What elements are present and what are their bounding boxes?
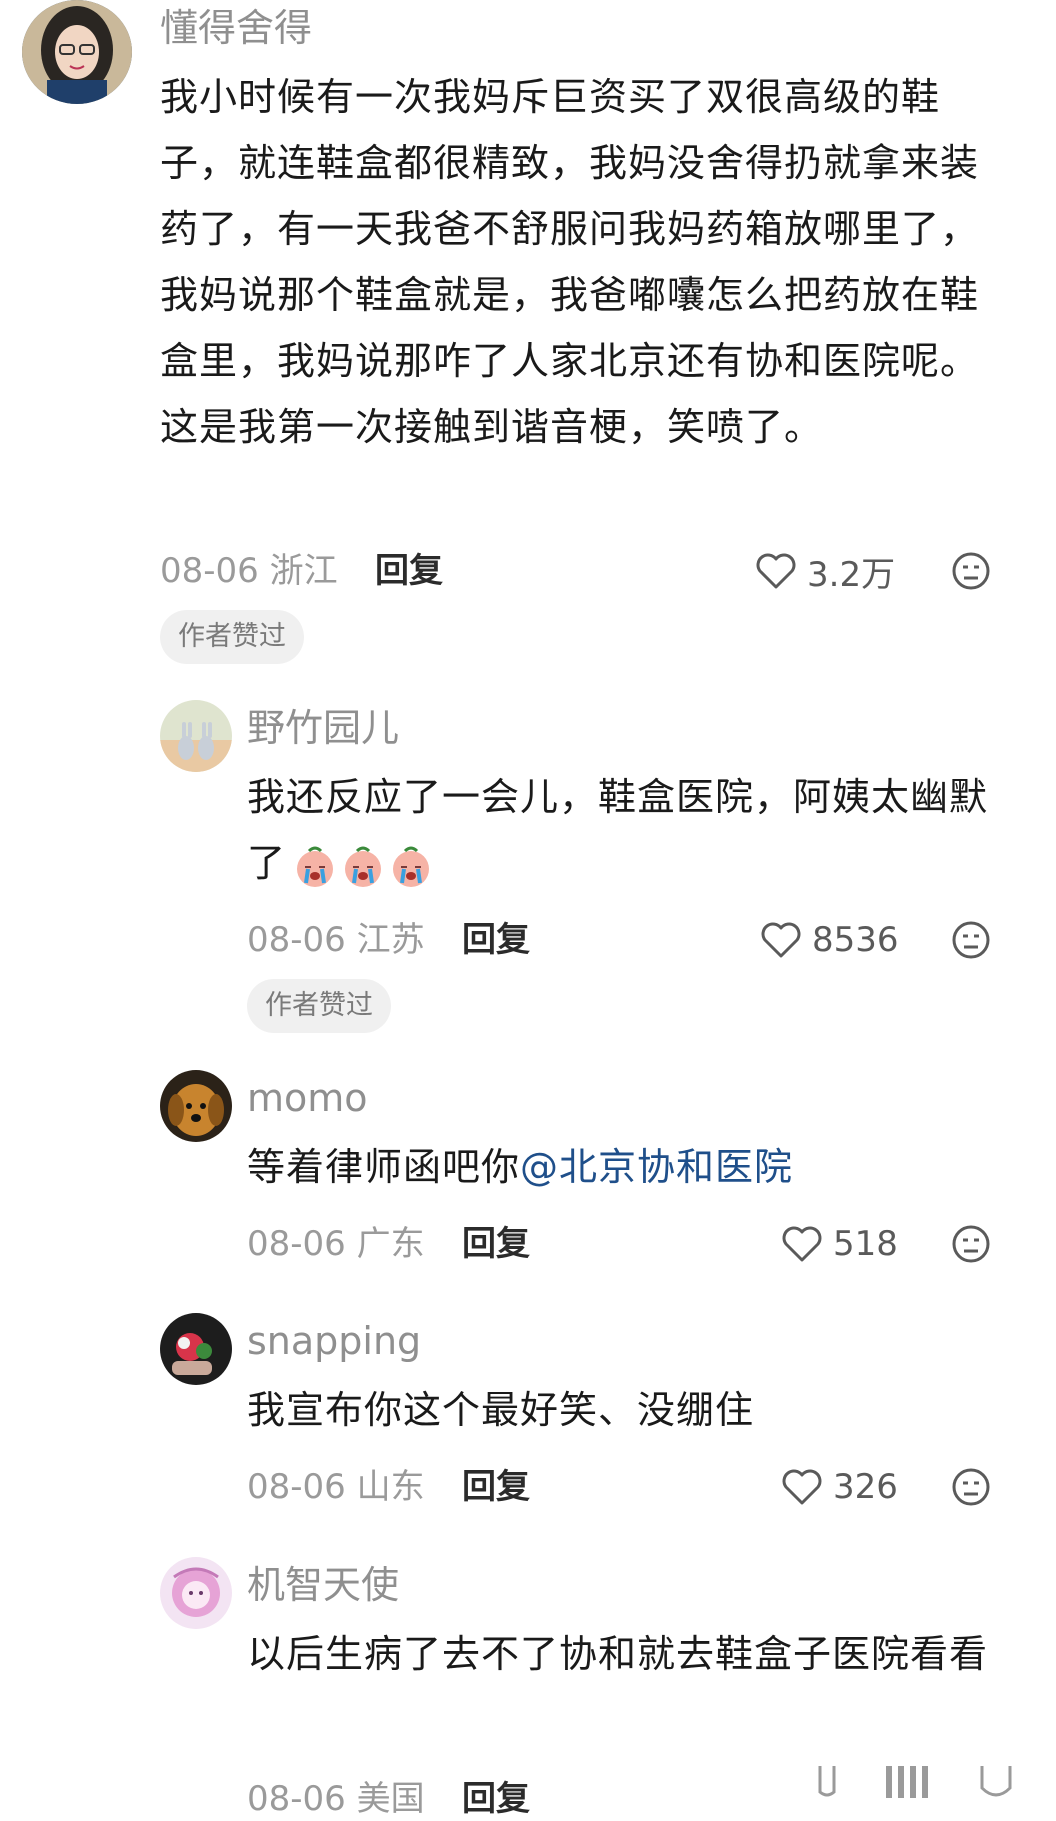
comment-date: 08-06 [247,920,346,960]
avatar[interactable] [160,1070,232,1142]
comment-date: 08-06 [160,551,259,591]
crying-face-emoji [345,846,382,887]
comment-date: 08-06 [247,1224,346,1264]
comment-location: 浙江 [269,551,338,591]
nav-bars-icon[interactable] [882,1766,936,1800]
comment-text: 等着律师函吧你 [247,1145,521,1189]
reply-button[interactable]: 回复 [375,549,443,593]
neutral-face-icon[interactable] [951,1224,991,1264]
like-button[interactable]: 326 [781,1465,898,1509]
like-count: 3.2万 [807,554,896,595]
comment-date: 08-06 [247,1467,346,1507]
comment-date-location: 08-06 山东 [247,1465,425,1509]
reply-button[interactable]: 回复 [462,1222,530,1266]
nav-line-icon[interactable] [812,1766,842,1800]
heart-outline-icon [756,553,796,589]
comment-date-location: 08-06 广东 [247,1222,425,1266]
comment-text: 我宣布你这个最好笑、没绷住 [247,1388,755,1432]
username[interactable]: snapping [247,1317,421,1365]
reply-button[interactable]: 回复 [462,1465,530,1509]
author-liked-badge: 作者赞过 [247,979,391,1033]
reply-button[interactable]: 回复 [462,1777,530,1821]
bottom-nav-partial [812,1766,1016,1800]
avatar[interactable] [22,0,132,104]
comment-location: 山东 [356,1467,425,1507]
username[interactable]: 机智天使 [247,1561,399,1609]
like-count: 518 [833,1224,898,1264]
username[interactable]: 野竹园儿 [247,704,399,752]
comment-date-location: 08-06 美国 [247,1777,425,1821]
comment-text-wrap: 等着律师函吧你@北京协和医院 [247,1134,1017,1200]
like-count: 326 [833,1467,898,1507]
crying-face-emoji [393,846,430,887]
heart-outline-icon [761,922,801,958]
comment-location: 江苏 [356,920,425,960]
avatar[interactable] [160,1557,232,1629]
like-count: 8536 [812,920,899,960]
heart-outline-icon [782,1226,822,1262]
comment-text-wrap: 我还反应了一会儿，鞋盒医院，阿姨太幽默了 [247,764,1017,896]
comment-date-location: 08-06 浙江 [160,549,338,593]
comment-text: 我小时候有一次我妈斥巨资买了双很高级的鞋子，就连鞋盒都很精致，我妈没舍得扔就拿来… [160,75,980,449]
nav-cup-icon[interactable] [976,1766,1016,1800]
like-button[interactable]: 8536 [760,918,899,962]
avatar[interactable] [160,1313,232,1385]
like-button[interactable]: 3.2万 [755,549,896,595]
comment-date: 08-06 [247,1779,346,1819]
comment-location: 广东 [356,1224,425,1264]
emoji-row [292,843,434,889]
crying-face-emoji [297,846,334,887]
username[interactable]: 懂得舍得 [160,4,312,52]
mention-link[interactable]: @北京协和医院 [520,1145,793,1189]
reply-button[interactable]: 回复 [462,918,530,962]
comment-text: 以后生病了去不了协和就去鞋盒子医院看看 [247,1632,989,1676]
avatar[interactable] [160,700,232,772]
comment-date-location: 08-06 江苏 [247,918,425,962]
heart-outline-icon [782,1469,822,1505]
username[interactable]: momo [247,1074,368,1122]
like-button[interactable]: 518 [781,1222,898,1266]
neutral-face-icon[interactable] [951,1467,991,1507]
author-liked-badge: 作者赞过 [160,610,304,664]
comment-location: 美国 [356,1779,425,1819]
neutral-face-icon[interactable] [951,551,991,591]
neutral-face-icon[interactable] [951,920,991,960]
